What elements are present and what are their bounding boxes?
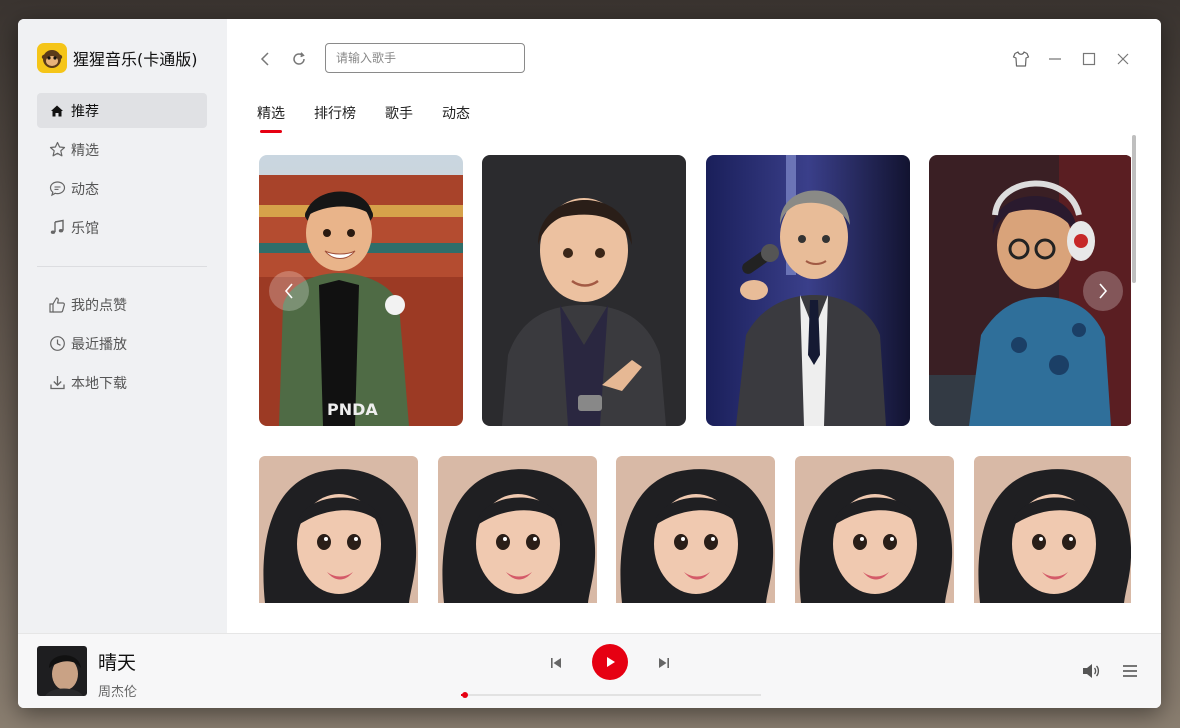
next-track-button[interactable] — [655, 654, 673, 672]
search-input[interactable] — [325, 43, 525, 73]
maximize-icon — [1082, 52, 1096, 66]
tab-bar: 精选 排行榜 歌手 动态 — [257, 103, 499, 133]
main-content: 精选 排行榜 歌手 动态 — [227, 19, 1161, 633]
tab-featured[interactable]: 精选 — [257, 103, 285, 133]
play-icon — [607, 657, 615, 667]
progress-knob[interactable] — [462, 692, 468, 698]
tab-moments[interactable]: 动态 — [442, 103, 470, 133]
artist-card[interactable] — [795, 456, 954, 603]
artist-card[interactable] — [974, 456, 1131, 603]
sidebar-secondary-nav: 我的点赞 最近播放 本地下载 — [37, 287, 207, 404]
artist-card[interactable] — [616, 456, 775, 603]
sidebar-item-label: 最近播放 — [71, 336, 127, 353]
chevron-left-icon — [260, 52, 269, 66]
cartoon-woman-portrait — [974, 456, 1131, 603]
featured-card[interactable] — [706, 155, 910, 426]
skin-button[interactable] — [1011, 49, 1031, 69]
sidebar-item-featured[interactable]: 精选 — [37, 132, 207, 167]
sidebar-divider — [37, 266, 207, 267]
brand: 猩猩音乐(卡通版) — [37, 43, 198, 73]
home-icon — [48, 102, 66, 120]
clock-icon — [48, 335, 66, 353]
close-icon — [1117, 53, 1129, 65]
featured-card[interactable] — [929, 155, 1131, 426]
refresh-button[interactable] — [289, 49, 309, 69]
progress-bar[interactable] — [461, 692, 761, 698]
song-artist[interactable]: 周杰伦 — [98, 681, 137, 700]
sidebar-item-music-hall[interactable]: 乐馆 — [37, 210, 207, 245]
artist-card[interactable] — [438, 456, 597, 603]
cartoon-woman-portrait — [795, 456, 954, 603]
album-cover[interactable] — [37, 646, 87, 696]
chevron-right-icon — [1099, 283, 1108, 299]
player-bar: 晴天 周杰伦 — [18, 633, 1161, 708]
sidebar-item-recent-plays[interactable]: 最近播放 — [37, 326, 207, 361]
skip-previous-icon — [551, 658, 561, 668]
playlist-menu-button[interactable] — [1120, 661, 1140, 681]
song-title: 晴天 — [98, 652, 137, 674]
minimize-button[interactable] — [1045, 49, 1065, 69]
artist-grid — [259, 456, 1131, 603]
back-button[interactable] — [255, 49, 275, 69]
tshirt-icon — [1012, 51, 1030, 67]
app-title: 猩猩音乐(卡通版) — [73, 50, 198, 69]
tab-singers[interactable]: 歌手 — [385, 103, 413, 133]
tab-charts[interactable]: 排行榜 — [314, 103, 356, 133]
sidebar-item-label: 推荐 — [71, 103, 99, 120]
menu-icon — [1123, 665, 1137, 677]
download-icon — [48, 374, 66, 392]
sidebar-item-my-likes[interactable]: 我的点赞 — [37, 287, 207, 322]
vertical-scrollbar[interactable] — [1132, 135, 1136, 283]
carousel-next-button[interactable] — [1083, 271, 1123, 311]
skip-next-icon — [659, 658, 669, 668]
chat-bubble-icon — [48, 180, 66, 198]
sidebar-item-local-downloads[interactable]: 本地下载 — [37, 365, 207, 400]
cartoon-woman-portrait — [616, 456, 775, 603]
featured-card[interactable]: PNDA — [259, 155, 463, 426]
sidebar-item-label: 我的点赞 — [71, 297, 127, 314]
close-button[interactable] — [1113, 49, 1133, 69]
cartoon-singer-microphone-portrait — [706, 155, 910, 426]
app-window: 猩猩音乐(卡通版) 推荐 精选 动态 乐馆 我的点赞 最近播放 本地下载 请输入… — [18, 19, 1161, 708]
featured-carousel: PNDA — [259, 155, 1131, 426]
sidebar: 猩猩音乐(卡通版) 推荐 精选 动态 乐馆 我的点赞 最近播放 本地下载 — [18, 19, 227, 633]
cartoon-woman-portrait — [438, 456, 597, 603]
sidebar-item-label: 动态 — [71, 181, 99, 198]
play-button[interactable] — [592, 644, 628, 680]
album-cover-portrait-icon — [37, 646, 87, 696]
previous-track-button[interactable] — [547, 654, 565, 672]
sidebar-item-label: 本地下载 — [71, 375, 127, 392]
carousel-prev-button[interactable] — [269, 271, 309, 311]
sidebar-primary-nav: 推荐 精选 动态 乐馆 — [37, 93, 207, 249]
chevron-left-icon — [284, 283, 293, 299]
svg-text:PNDA: PNDA — [327, 400, 378, 419]
refresh-icon — [293, 52, 305, 65]
cartoon-woman-portrait — [259, 456, 418, 603]
maximize-button[interactable] — [1079, 49, 1099, 69]
artist-card[interactable] — [259, 456, 418, 603]
volume-icon — [1083, 664, 1100, 678]
volume-button[interactable] — [1080, 661, 1102, 681]
sidebar-item-label: 精选 — [71, 142, 99, 159]
music-note-icon — [48, 219, 66, 237]
sidebar-item-label: 乐馆 — [71, 220, 99, 237]
cartoon-man-suit-portrait — [482, 155, 686, 426]
minimize-icon — [1049, 58, 1061, 60]
featured-card[interactable] — [482, 155, 686, 426]
app-logo-icon — [37, 43, 67, 73]
sidebar-item-recommend[interactable]: 推荐 — [37, 93, 207, 128]
sidebar-item-moments[interactable]: 动态 — [37, 171, 207, 206]
star-icon — [48, 141, 66, 159]
thumbs-up-icon — [48, 296, 66, 314]
